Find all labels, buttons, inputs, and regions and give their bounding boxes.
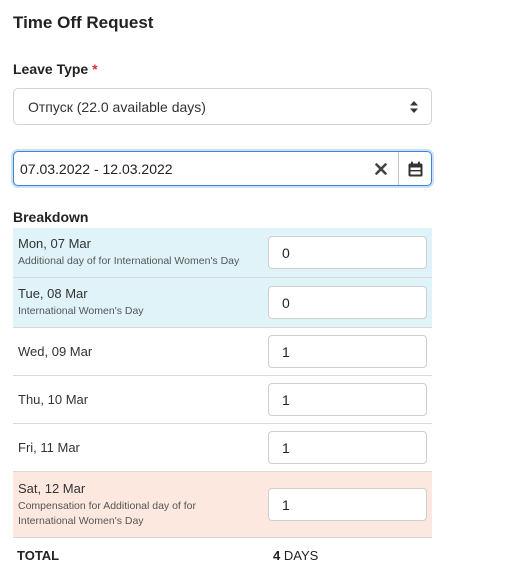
sort-icon [409, 100, 419, 114]
breakdown-day-label: Mon, 07 Mar [18, 236, 91, 251]
breakdown-day-input[interactable]: 1 [268, 431, 427, 464]
date-range-input[interactable]: 07.03.2022 - 12.03.2022 [14, 161, 364, 177]
leave-type-selected-value: Отпуск (22.0 available days) [28, 98, 206, 115]
breakdown-day-label: Fri, 11 Mar [18, 440, 80, 455]
required-mark: * [92, 61, 98, 77]
total-days-unit: DAYS [283, 548, 319, 563]
breakdown-day-note: Compensation for Additional day of for I… [18, 499, 197, 527]
breakdown-row: Sat, 12 Mar Compensation for Additional d… [13, 472, 432, 538]
breakdown-day-label: Tue, 08 Mar [18, 286, 88, 301]
breakdown-day-input[interactable]: 1 [268, 383, 427, 416]
total-days-count: 4 [273, 548, 281, 563]
breakdown-day-label: Thu, 10 Mar [18, 392, 89, 407]
breakdown-day-info: Tue, 08 Mar International Women's Day [13, 286, 268, 319]
total-days: 4 DAYS [273, 548, 318, 563]
time-off-request-form: Time Off Request Leave Type * Отпуск (22… [0, 0, 506, 577]
breakdown-row: Thu, 10 Mar 1 [13, 376, 432, 424]
breakdown-day-info: Fri, 11 Mar [13, 440, 268, 455]
breakdown-day-input[interactable]: 1 [268, 488, 427, 521]
breakdown-day-info: Wed, 09 Mar [13, 344, 268, 359]
calendar-button[interactable] [398, 152, 431, 185]
breakdown-day-label: Wed, 09 Mar [18, 344, 93, 359]
breakdown-day-info: Mon, 07 Mar Additional day of for Interna… [13, 236, 268, 269]
breakdown-row: Mon, 07 Mar Additional day of for Interna… [13, 228, 432, 278]
leave-type-label-text: Leave Type [13, 61, 89, 77]
breakdown-day-label: Sat, 12 Mar [18, 480, 86, 496]
breakdown-row: Tue, 08 Mar International Women's Day 0 [13, 278, 432, 328]
total-label: TOTAL [17, 548, 60, 563]
leave-type-select[interactable]: Отпуск (22.0 available days) [13, 88, 432, 125]
times-icon[interactable] [364, 152, 398, 185]
breakdown-day-info: Thu, 10 Mar [13, 392, 268, 407]
breakdown-day-note: Additional day of for International Wome… [18, 255, 240, 267]
leave-type-label: Leave Type * [13, 61, 98, 77]
page-title: Time Off Request [13, 13, 154, 32]
breakdown-day-info: Sat, 12 Mar Compensation for Additional d… [13, 481, 268, 529]
breakdown-day-input[interactable]: 1 [268, 335, 427, 368]
breakdown-label: Breakdown [13, 209, 89, 225]
breakdown-day-input[interactable]: 0 [268, 236, 427, 269]
date-range-field[interactable]: 07.03.2022 - 12.03.2022 [13, 151, 432, 186]
breakdown-row: Fri, 11 Mar 1 [13, 424, 432, 472]
calendar-icon [408, 161, 422, 176]
breakdown-table: Mon, 07 Mar Additional day of for Interna… [13, 228, 432, 538]
breakdown-row: Wed, 09 Mar 1 [13, 328, 432, 376]
breakdown-day-input[interactable]: 0 [268, 286, 427, 319]
breakdown-day-note: International Women's Day [18, 305, 144, 317]
